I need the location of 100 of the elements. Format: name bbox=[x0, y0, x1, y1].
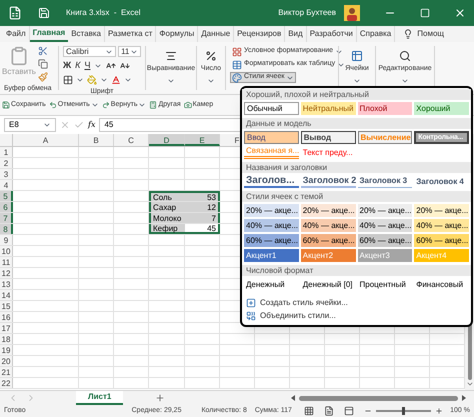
cell-style-option[interactable]: Текст преду... bbox=[300, 146, 356, 159]
underline-button[interactable]: Ч bbox=[84, 59, 90, 72]
cell-style-option[interactable]: 60% — акце... bbox=[244, 234, 299, 247]
row-header[interactable]: 13 bbox=[0, 279, 13, 289]
cell-style-option[interactable]: Заголовок 2 bbox=[300, 175, 356, 188]
fill-color-icon[interactable] bbox=[87, 74, 97, 84]
cell-style-option[interactable]: 40% — акце... bbox=[300, 219, 356, 232]
cell-style-option[interactable]: Финансовый bbox=[414, 278, 469, 291]
row-header[interactable]: 19 bbox=[0, 345, 13, 355]
function-button[interactable]: fx bbox=[88, 119, 96, 131]
save-icon[interactable] bbox=[38, 7, 50, 19]
zoom-thumb[interactable] bbox=[402, 407, 406, 415]
increase-font-icon[interactable] bbox=[106, 60, 116, 71]
cell-style-option[interactable]: 20% — акце... bbox=[414, 204, 469, 217]
caret-icon bbox=[43, 121, 51, 129]
add-sheet-icon[interactable] bbox=[155, 393, 166, 403]
row-header[interactable]: 11 bbox=[0, 257, 13, 267]
cell-style-option[interactable]: 40% — акце... bbox=[414, 219, 469, 232]
page-break-icon[interactable] bbox=[344, 406, 354, 416]
cell-style-option[interactable]: 40% — акце... bbox=[358, 219, 412, 232]
column-header[interactable]: D bbox=[149, 134, 185, 146]
cell-style-option[interactable]: Заголовок 3 bbox=[358, 175, 412, 188]
camera-icon bbox=[184, 101, 192, 109]
cell-style-option[interactable]: 60% — акце... bbox=[358, 234, 412, 247]
normal-view-icon[interactable] bbox=[304, 406, 314, 416]
cell-style-option[interactable]: Процентный bbox=[358, 278, 412, 291]
row-header[interactable]: 8 bbox=[0, 224, 13, 234]
cut-icon[interactable] bbox=[38, 46, 48, 56]
maximize-icon[interactable] bbox=[420, 8, 430, 18]
column-header[interactable]: A bbox=[13, 134, 79, 146]
format-painter-icon[interactable] bbox=[38, 72, 48, 82]
row-header[interactable]: 17 bbox=[0, 323, 13, 333]
redo-icon bbox=[102, 101, 110, 109]
row-header[interactable]: 18 bbox=[0, 334, 13, 344]
cell-style-option[interactable]: Заголов... bbox=[244, 175, 299, 188]
cell-style-option[interactable]: Денежный [0] bbox=[300, 278, 356, 291]
name-box[interactable]: E8 bbox=[4, 118, 56, 132]
table-cell: Соль bbox=[149, 191, 185, 201]
row-header[interactable]: 4 bbox=[0, 180, 13, 190]
cell-style-option[interactable]: 20% — акце... bbox=[244, 204, 299, 217]
horizontal-scrollbar[interactable] bbox=[291, 394, 466, 402]
sheet-tab[interactable]: Лист1 bbox=[76, 391, 124, 405]
cell-style-option[interactable]: Акцент1 bbox=[244, 249, 299, 262]
row-header[interactable]: 12 bbox=[0, 268, 13, 278]
cell-style-option[interactable]: Денежный bbox=[244, 278, 299, 291]
italic-button[interactable]: К bbox=[75, 59, 80, 72]
row-header[interactable]: 10 bbox=[0, 246, 13, 256]
row-header[interactable]: 20 bbox=[0, 356, 13, 366]
page-layout-icon[interactable] bbox=[324, 406, 334, 416]
table-cell: Сахар bbox=[149, 202, 185, 212]
menu-action[interactable]: Объединить стили... bbox=[246, 310, 336, 321]
font-color-icon[interactable] bbox=[111, 74, 121, 84]
row-header[interactable]: 6 bbox=[0, 202, 13, 212]
column-header[interactable]: E bbox=[185, 134, 220, 146]
avatar-icon bbox=[344, 5, 360, 21]
help-button[interactable]: Помощ bbox=[403, 28, 444, 40]
cell-style-option[interactable]: 20% — акце... bbox=[358, 204, 412, 217]
cells-icon bbox=[351, 50, 363, 62]
merge-styles-icon bbox=[246, 310, 256, 320]
font-size-field[interactable]: 11 bbox=[118, 46, 141, 57]
row-header[interactable]: 7 bbox=[0, 213, 13, 223]
align-icon bbox=[165, 50, 177, 62]
zoom-in-icon[interactable] bbox=[434, 407, 443, 415]
search-icon bbox=[399, 50, 411, 62]
row-header[interactable]: 2 bbox=[0, 158, 13, 168]
column-header[interactable]: B bbox=[79, 134, 114, 146]
copy-icon[interactable] bbox=[38, 59, 48, 69]
borders-icon[interactable] bbox=[63, 74, 73, 84]
cell-style-option[interactable]: Плохой bbox=[358, 102, 412, 115]
row-header[interactable]: 3 bbox=[0, 169, 13, 179]
table-cell: 53 bbox=[185, 191, 220, 201]
row-header[interactable]: 21 bbox=[0, 367, 13, 377]
decrease-font-icon[interactable] bbox=[120, 60, 130, 71]
cell-style-option[interactable]: Обычный bbox=[244, 102, 299, 115]
row-header[interactable]: 9 bbox=[0, 235, 13, 245]
save-icon bbox=[2, 101, 10, 109]
row-header[interactable]: 5 bbox=[0, 191, 13, 201]
row-header[interactable]: 1 bbox=[0, 147, 13, 157]
row-header[interactable]: 22 bbox=[0, 378, 13, 388]
cell-style-option[interactable]: 60% — акце... bbox=[300, 234, 356, 247]
cell-style-option[interactable]: Хороший bbox=[414, 102, 469, 115]
row-header[interactable]: 16 bbox=[0, 312, 13, 322]
bold-button[interactable]: Ж bbox=[63, 59, 72, 72]
cell-style-option[interactable]: 60% — акце... bbox=[414, 234, 469, 247]
conditional-format-icon bbox=[232, 46, 242, 56]
cell-style-option[interactable]: Вывод bbox=[300, 131, 356, 144]
undo-icon bbox=[48, 101, 57, 109]
cell-style-option[interactable]: Ввод bbox=[244, 131, 299, 144]
close-icon[interactable] bbox=[454, 7, 466, 19]
table-cell: 45 bbox=[185, 224, 220, 234]
row-header[interactable]: 15 bbox=[0, 301, 13, 311]
cell-style-option[interactable]: 20% — акце... bbox=[300, 204, 356, 217]
cell-style-option[interactable]: Заголовок 4 bbox=[414, 175, 469, 188]
menu-action[interactable]: Создать стиль ячейки... bbox=[246, 297, 348, 308]
scroll-down-icon[interactable] bbox=[466, 380, 474, 388]
clipboard-icon bbox=[9, 46, 29, 66]
row-header[interactable]: 14 bbox=[0, 290, 13, 300]
font-name-field[interactable]: Calibri bbox=[63, 46, 116, 57]
cell-style-option[interactable]: Нейтральный bbox=[300, 102, 356, 115]
cell-style-option[interactable]: 40% — акце... bbox=[244, 219, 299, 232]
